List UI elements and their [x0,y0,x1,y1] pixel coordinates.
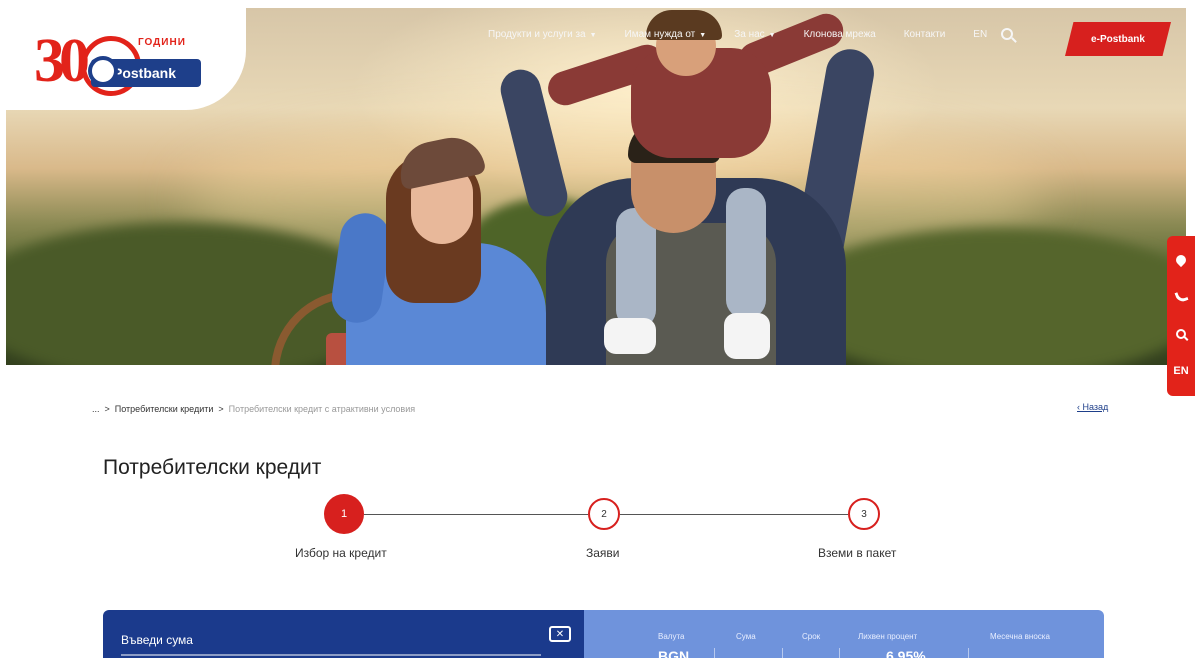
side-language-switch[interactable]: EN [1173,365,1188,377]
breadcrumb-ellipsis[interactable]: ... [92,404,100,414]
nav-branches[interactable]: Клонова мрежа [804,29,876,40]
chevron-down-icon: ▼ [589,31,597,39]
clear-input-icon[interactable]: ✕ [549,626,571,642]
chevron-down-icon: ▼ [768,31,776,39]
nav-contacts[interactable]: Контакти [904,29,946,40]
step-connector [620,514,848,515]
step-1-circle[interactable]: 1 [324,494,364,534]
breadcrumb: ... > Потребителски кредити > Потребител… [92,404,415,414]
logo-mark-icon [88,56,118,86]
summary-label-amount: Сума [736,632,756,641]
summary-currency-value: BGN [658,648,690,658]
top-navigation: Продукти и услуги за ▼ Имам нужда от ▼ За … [488,28,1037,40]
logo-anniversary: 30 [34,27,90,95]
amount-input-underline [121,654,541,656]
step-3-label: Вземи в пакет [818,546,897,560]
page-title: Потребителски кредит [103,456,322,479]
back-link[interactable]: ‹ Назад [1077,402,1108,412]
step-3-circle[interactable]: 3 [848,498,880,530]
location-pin-icon[interactable] [1173,253,1189,268]
summary-label-term: Срок [802,632,821,641]
summary-rate-value: 6.95% [886,648,926,658]
breadcrumb-separator: > [104,404,110,414]
step-connector [364,514,588,515]
breadcrumb-separator: > [218,404,224,414]
chevron-down-icon: ▼ [699,31,707,39]
step-2-label: Заяви [586,546,620,560]
breadcrumb-level1[interactable]: Потребителски кредити [115,404,214,414]
amount-input-panel: Въведи сума ✕ [103,610,584,658]
logo-years: ГОДИНИ [138,37,186,48]
search-icon[interactable] [1001,28,1014,40]
nav-products[interactable]: Продукти и услуги за ▼ [488,29,597,40]
summary-label-monthly: Месечна вноска [990,632,1050,641]
amount-input[interactable]: Въведи сума [121,633,193,647]
nav-need[interactable]: Имам нужда от ▼ [625,29,707,40]
summary-label-rate: Лихвен процент [858,632,918,641]
nav-about[interactable]: За нас ▼ [734,29,775,40]
e-postbank-button[interactable]: e-Postbank [1065,22,1171,56]
search-icon[interactable] [1176,328,1186,339]
logo-area[interactable]: 30 ГОДИНИ Postbank [6,8,246,110]
side-toolbar: EN [1167,236,1195,396]
phone-icon[interactable] [1173,289,1189,304]
summary-label-currency: Валута [658,632,685,641]
breadcrumb-current: Потребителски кредит с атрактивни услови… [228,404,416,414]
language-switch[interactable]: EN [973,29,987,40]
loan-summary-panel: Валута Сума Срок Лихвен процент Месечна … [584,610,1104,658]
step-1-label: Избор на кредит [295,546,387,560]
step-2-circle[interactable]: 2 [588,498,620,530]
